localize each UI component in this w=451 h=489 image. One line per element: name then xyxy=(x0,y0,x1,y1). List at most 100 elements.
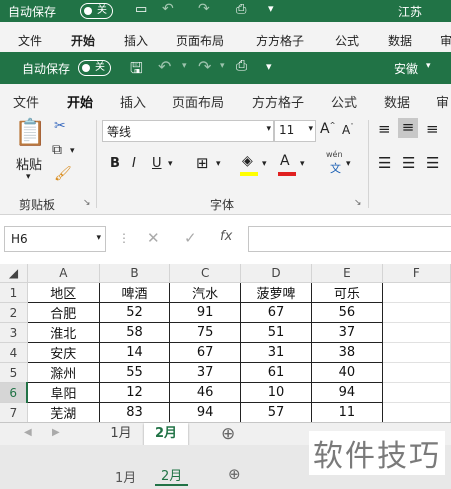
cell[interactable]: 14 xyxy=(98,342,171,363)
row-header[interactable]: 5 xyxy=(0,362,28,383)
bg-print-icon[interactable]: ⎙ xyxy=(236,2,246,17)
enter-icon[interactable]: ✓ xyxy=(184,229,197,247)
align-middle-icon[interactable]: ≡ xyxy=(398,118,418,138)
undo-icon[interactable]: ↶ xyxy=(158,57,171,76)
shrink-font-icon[interactable]: Aˇ xyxy=(342,123,354,137)
prev-sheet-icon[interactable]: ◀ xyxy=(24,427,32,438)
cell[interactable]: 58 xyxy=(98,322,171,343)
cell[interactable] xyxy=(381,282,451,303)
bg-tab-data[interactable]: 数据 xyxy=(388,32,412,49)
phonetic-dropdown-icon[interactable]: ▾ xyxy=(346,159,351,169)
column-header-b[interactable]: B xyxy=(99,264,171,283)
cell[interactable]: 安庆 xyxy=(26,342,100,363)
bg-redo-icon[interactable]: ↷ xyxy=(198,1,210,17)
cell[interactable] xyxy=(381,322,451,343)
paste-icon[interactable]: 📋 xyxy=(14,118,46,148)
bg-user-name[interactable]: 江苏 xyxy=(398,3,422,20)
cell[interactable]: 56 xyxy=(311,302,383,323)
phonetic-wen-icon[interactable]: wén xyxy=(326,150,343,159)
cell[interactable]: 阜阳 xyxy=(26,382,100,403)
cancel-icon[interactable]: ✕ xyxy=(147,229,160,247)
cell[interactable]: 94 xyxy=(311,382,383,403)
bg-tab-review[interactable]: 审 xyxy=(440,32,451,49)
copy-dropdown-icon[interactable]: ▾ xyxy=(70,146,75,156)
formula-input[interactable] xyxy=(248,226,451,252)
cell[interactable]: 38 xyxy=(311,342,383,363)
tab-page-layout[interactable]: 页面布局 xyxy=(172,92,224,111)
fill-color-icon[interactable]: ◈ xyxy=(242,153,253,169)
redo-icon[interactable]: ↷ xyxy=(198,57,211,76)
cell[interactable]: 淮北 xyxy=(26,322,100,343)
cell[interactable]: 75 xyxy=(169,322,242,343)
bg-sheet-tab-1[interactable]: 1月 xyxy=(115,467,136,486)
bg-customize-icon[interactable]: ▾ xyxy=(268,2,274,15)
grow-font-icon[interactable]: A^ xyxy=(320,121,335,137)
customize-quick-access-icon[interactable]: ▾ xyxy=(266,60,272,73)
cell[interactable]: 91 xyxy=(169,302,242,323)
row-header[interactable]: 4 xyxy=(0,342,28,363)
align-right-icon[interactable]: ☰ xyxy=(426,154,439,172)
clipboard-launcher-icon[interactable]: ↘ xyxy=(83,198,91,208)
cell[interactable]: 51 xyxy=(240,322,313,343)
print-preview-icon[interactable]: ⎙ xyxy=(236,58,247,74)
bg-tab-insert[interactable]: 插入 xyxy=(124,32,148,49)
cell[interactable]: 31 xyxy=(240,342,313,363)
cell[interactable]: 83 xyxy=(98,402,171,423)
cell[interactable]: 可乐 xyxy=(311,282,383,303)
add-sheet-icon[interactable]: ⊕ xyxy=(221,424,235,444)
row-header[interactable]: 2 xyxy=(0,302,28,323)
copy-icon[interactable]: ⧉ xyxy=(52,142,62,158)
column-header-e[interactable]: E xyxy=(311,264,383,283)
column-header-f[interactable]: F xyxy=(382,264,451,283)
redo-dropdown-icon[interactable]: ▾ xyxy=(220,61,225,71)
cell[interactable] xyxy=(381,342,451,363)
fill-color-dropdown-icon[interactable]: ▾ xyxy=(262,159,267,169)
tab-home[interactable]: 开始 xyxy=(67,92,94,118)
align-left-icon[interactable]: ☰ xyxy=(378,154,391,172)
cell[interactable]: 55 xyxy=(98,362,171,383)
bg-autosave-toggle[interactable]: 关 xyxy=(80,3,113,19)
underline-dropdown-icon[interactable]: ▾ xyxy=(168,159,173,169)
cell[interactable]: 12 xyxy=(98,382,171,403)
font-name-dropdown[interactable]: 等线 ▾ xyxy=(102,120,274,142)
cell[interactable]: 合肥 xyxy=(26,302,100,323)
tab-formulas[interactable]: 公式 xyxy=(331,92,357,111)
bg-save-icon[interactable]: ▭ xyxy=(135,2,147,17)
column-header-d[interactable]: D xyxy=(240,264,313,283)
cell[interactable]: 10 xyxy=(240,382,313,403)
cell[interactable]: 67 xyxy=(169,342,242,363)
cell[interactable]: 地区 xyxy=(26,282,100,303)
italic-button[interactable]: I xyxy=(132,156,136,171)
font-color-dropdown-icon[interactable]: ▾ xyxy=(300,159,305,169)
cell[interactable]: 11 xyxy=(311,402,383,423)
column-header-a[interactable]: A xyxy=(27,264,100,283)
sheet-tab-1[interactable]: 1月 xyxy=(100,423,142,445)
cell[interactable] xyxy=(381,382,451,403)
undo-dropdown-icon[interactable]: ▾ xyxy=(182,61,187,71)
underline-button[interactable]: U xyxy=(152,156,162,171)
bg-tab-formula[interactable]: 公式 xyxy=(335,32,359,49)
paste-dropdown-icon[interactable]: ▾ xyxy=(26,172,31,182)
font-launcher-icon[interactable]: ↘ xyxy=(354,198,362,208)
cell[interactable]: 菠萝啤 xyxy=(240,282,313,303)
borders-icon[interactable]: ⊞ xyxy=(196,154,209,172)
bg-undo-icon[interactable]: ↶ xyxy=(162,1,174,17)
cut-icon[interactable]: ✂ xyxy=(54,118,66,134)
row-header[interactable]: 7 xyxy=(0,402,28,423)
cell[interactable]: 52 xyxy=(98,302,171,323)
cell[interactable]: 滁州 xyxy=(26,362,100,383)
font-size-dropdown[interactable]: 11 ▾ xyxy=(274,120,316,142)
insert-function-icon[interactable]: fx xyxy=(220,229,232,244)
row-header[interactable]: 1 xyxy=(0,282,28,303)
tab-insert[interactable]: 插入 xyxy=(120,92,146,111)
paste-label[interactable]: 粘贴 xyxy=(16,154,42,173)
bg-tab-file[interactable]: 文件 xyxy=(18,32,42,49)
phonetic-char-icon[interactable]: 文 xyxy=(330,160,341,176)
cell[interactable]: 啤酒 xyxy=(98,282,171,303)
row-header[interactable]: 3 xyxy=(0,322,28,343)
user-dropdown-icon[interactable]: ▾ xyxy=(426,61,431,71)
align-top-icon[interactable]: ≡ xyxy=(378,120,391,138)
cell[interactable]: 40 xyxy=(311,362,383,383)
cell[interactable] xyxy=(381,302,451,323)
cell[interactable]: 46 xyxy=(169,382,242,403)
